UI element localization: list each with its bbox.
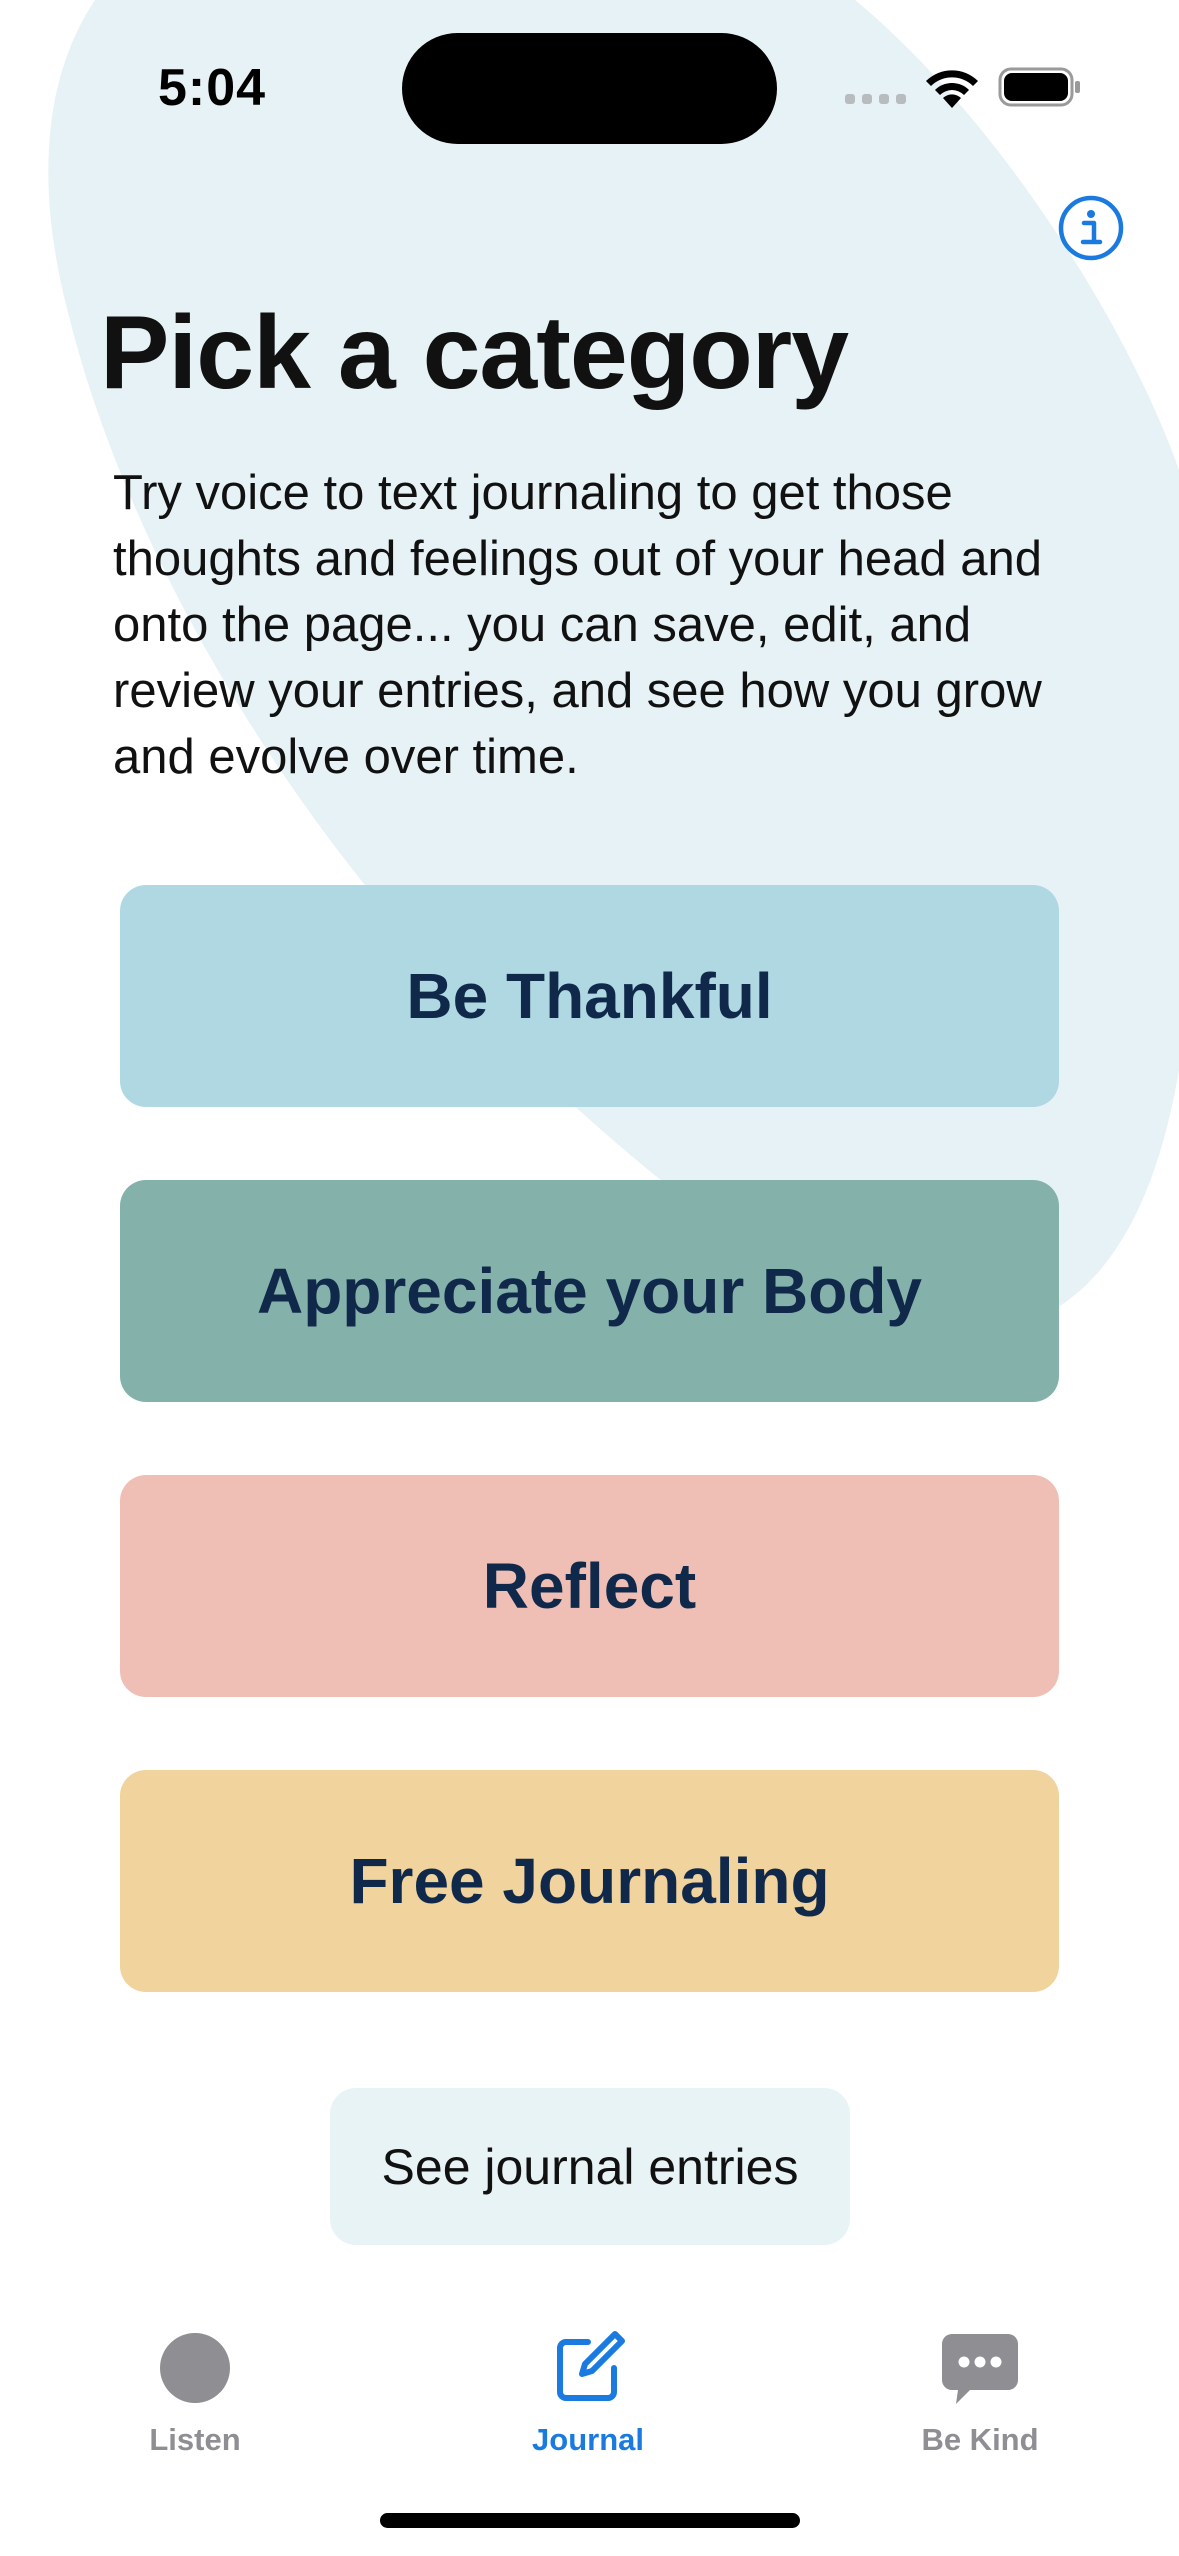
status-time: 5:04: [158, 59, 267, 117]
status-bar: 5:04: [0, 0, 1179, 170]
tab-label: Listen: [149, 2422, 241, 2457]
be-thankful-button[interactable]: Be Thankful: [120, 885, 1059, 1107]
dynamic-island: [402, 33, 777, 144]
tab-be-kind[interactable]: Be Kind: [860, 2300, 1100, 2460]
wifi-icon: [926, 70, 978, 108]
battery-icon: [998, 67, 1080, 107]
info-icon[interactable]: [1058, 195, 1124, 261]
appreciate-your-body-button[interactable]: Appreciate your Body: [120, 1180, 1059, 1402]
page-description: Try voice to text journaling to get thos…: [113, 466, 1042, 784]
tab-label: Be Kind: [921, 2422, 1039, 2457]
home-indicator: [380, 2513, 800, 2528]
tab-bar: Listen Journal Be Kind: [0, 2300, 1179, 2460]
tab-journal[interactable]: Journal: [468, 2300, 708, 2460]
free-journaling-button[interactable]: Free Journaling: [120, 1770, 1059, 1992]
tab-listen[interactable]: Listen: [75, 2300, 315, 2460]
compose-icon: [557, 2331, 625, 2401]
chat-bubble-icon: [942, 2334, 1018, 2404]
page-title: Pick a category: [100, 295, 849, 411]
see-journal-entries-button[interactable]: See journal entries: [330, 2088, 850, 2245]
cellular-signal-icon: [845, 94, 906, 104]
circle-icon: [160, 2333, 230, 2403]
reflect-button[interactable]: Reflect: [120, 1475, 1059, 1697]
tab-label: Journal: [532, 2422, 644, 2457]
